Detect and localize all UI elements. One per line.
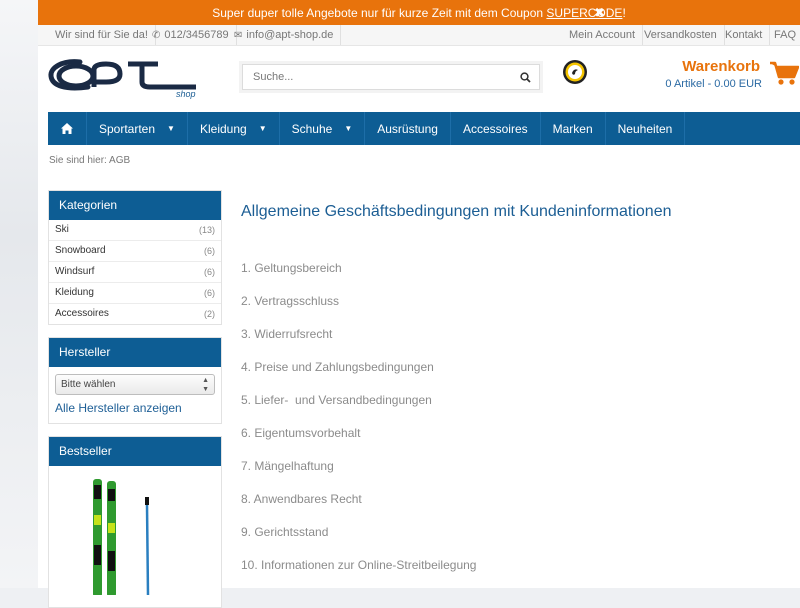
shopping-cart-icon[interactable] xyxy=(769,60,800,91)
manufacturer-box: Hersteller Bitte wählen ▲ ▼ Alle Herstell… xyxy=(48,337,222,424)
bestseller-product-image[interactable] xyxy=(79,475,189,597)
category-label: Accessoires xyxy=(55,308,109,319)
terms-section-link[interactable]: 4. Preise und Zahlungsbedingungen xyxy=(241,361,476,394)
cart-summary[interactable]: 0 Artikel - 0.00 EUR xyxy=(665,78,762,90)
category-count: (13) xyxy=(198,225,215,235)
bestseller-title: Bestseller xyxy=(49,437,221,466)
terms-section-link[interactable]: 5. Liefer- und Versandbedingungen xyxy=(241,394,476,427)
terms-section-link[interactable]: 10. Informationen zur Online-Streitbeile… xyxy=(241,559,476,592)
shop-logo[interactable]: shop xyxy=(48,56,198,102)
select-arrows-icon: ▲ ▼ xyxy=(202,377,209,393)
caret-down-icon: ▼ xyxy=(344,124,353,133)
terms-section-link[interactable]: 1. Geltungsbereich xyxy=(241,262,476,295)
terms-section-link[interactable]: 8. Anwendbares Recht xyxy=(241,493,476,526)
nav-label: Accessoires xyxy=(462,121,528,136)
phone-icon: ✆ xyxy=(152,30,161,41)
page-title: Allgemeine Geschäftsbedingungen mit Kund… xyxy=(241,203,672,220)
trust-badge-icon[interactable] xyxy=(562,59,588,85)
shipping-link[interactable]: Versandkosten xyxy=(637,25,725,45)
terms-section-link[interactable]: 6. Eigentumsvorbehalt xyxy=(241,427,476,460)
page-background xyxy=(0,0,38,588)
manufacturer-title: Hersteller xyxy=(49,338,221,367)
nav-label: Kleidung xyxy=(199,121,247,136)
logo-subtitle: shop xyxy=(176,89,196,99)
nav-label: Sportarten xyxy=(99,121,156,136)
select-value: Bitte wählen xyxy=(61,379,116,390)
terms-section-link[interactable]: 3. Widerrufsrecht xyxy=(241,328,476,361)
category-item[interactable]: Snowboard (6) xyxy=(49,241,221,262)
bestseller-box: Bestseller xyxy=(48,436,222,608)
category-item[interactable]: Windsurf (6) xyxy=(49,262,221,283)
email-address: info@apt-shop.de xyxy=(246,29,334,41)
categories-title: Kategorien xyxy=(49,191,221,220)
categories-box: Kategorien Ski (13) Snowboard (6) Windsurf… xyxy=(48,190,222,325)
category-label: Snowboard xyxy=(55,245,106,256)
breadcrumb: Sie sind hier: AGB xyxy=(49,155,131,166)
nav-item-schuhe[interactable]: Schuhe ▼ xyxy=(280,112,366,145)
terms-section-link[interactable]: 7. Mängelhaftung xyxy=(241,460,476,493)
coupon-code-link[interactable]: SUPERCODE xyxy=(546,6,622,20)
all-manufacturers-link[interactable]: Alle Hersteller anzeigen xyxy=(55,401,221,415)
category-item[interactable]: Ski (13) xyxy=(49,220,221,241)
terms-section-link[interactable]: 9. Gerichtsstand xyxy=(241,526,476,559)
nav-item-accessoires[interactable]: Accessoires xyxy=(451,112,541,145)
caret-down-icon: ▼ xyxy=(258,124,267,133)
search-icon[interactable] xyxy=(520,70,531,88)
search-input[interactable] xyxy=(251,65,505,89)
promo-suffix: ! xyxy=(622,5,626,20)
nav-label: Marken xyxy=(552,121,593,136)
caret-down-icon: ▼ xyxy=(167,124,175,133)
terms-section-list: 1. Geltungsbereich 2. Vertragsschluss 3.… xyxy=(241,262,476,592)
category-count: (6) xyxy=(204,246,215,256)
nav-label: Ausrüstung xyxy=(377,121,438,136)
manufacturer-select[interactable]: Bitte wählen ▲ ▼ xyxy=(55,374,215,395)
close-icon[interactable]: ✖ xyxy=(594,5,605,21)
promo-bar: Super duper tolle Angebote nur für kurze… xyxy=(38,0,800,25)
nav-item-kleidung[interactable]: Kleidung ▼ xyxy=(188,112,280,145)
terms-section-link[interactable]: 2. Vertragsschluss xyxy=(241,295,476,328)
utility-bar: Wir sind für Sie da! ✆ 012/3456789 ✉ info@… xyxy=(38,25,800,46)
phone-number: 012/3456789 xyxy=(164,29,229,41)
main-navigation: Sportarten ▼ Kleidung ▼ Schuhe ▼ Ausrüstung… xyxy=(48,112,800,145)
nav-label: Schuhe xyxy=(291,121,333,136)
cart-title[interactable]: Warenkorb xyxy=(682,58,760,75)
nav-item-sportarten[interactable]: Sportarten ▼ xyxy=(87,112,188,145)
nav-item-ausruestung[interactable]: Ausrüstung xyxy=(365,112,451,145)
nav-label: Neuheiten xyxy=(617,121,673,136)
category-count: (6) xyxy=(204,288,215,298)
home-icon[interactable] xyxy=(48,112,87,145)
shop-page: Super duper tolle Angebote nur für kurze… xyxy=(38,0,800,608)
search-box xyxy=(242,64,540,90)
category-item[interactable]: Accessoires (2) xyxy=(49,304,221,324)
category-label: Kleidung xyxy=(55,287,94,298)
nav-item-marken[interactable]: Marken xyxy=(541,112,606,145)
category-count: (6) xyxy=(204,267,215,277)
category-label: Windsurf xyxy=(55,266,95,277)
contact-link[interactable]: Kontakt xyxy=(718,25,771,45)
category-label: Ski xyxy=(55,224,69,235)
promo-text: Super duper tolle Angebote nur für kurze… xyxy=(212,5,547,20)
nav-item-neuheiten[interactable]: Neuheiten xyxy=(606,112,686,145)
envelope-icon: ✉ xyxy=(234,30,243,41)
faq-link[interactable]: FAQ xyxy=(767,25,800,45)
email-link[interactable]: ✉ info@apt-shop.de xyxy=(227,25,342,45)
account-link[interactable]: Mein Account xyxy=(562,25,644,45)
category-item[interactable]: Kleidung (6) xyxy=(49,283,221,304)
phone-link[interactable]: ✆ 012/3456789 xyxy=(145,25,237,45)
category-count: (2) xyxy=(204,309,215,319)
support-link[interactable]: Wir sind für Sie da! xyxy=(48,25,156,45)
